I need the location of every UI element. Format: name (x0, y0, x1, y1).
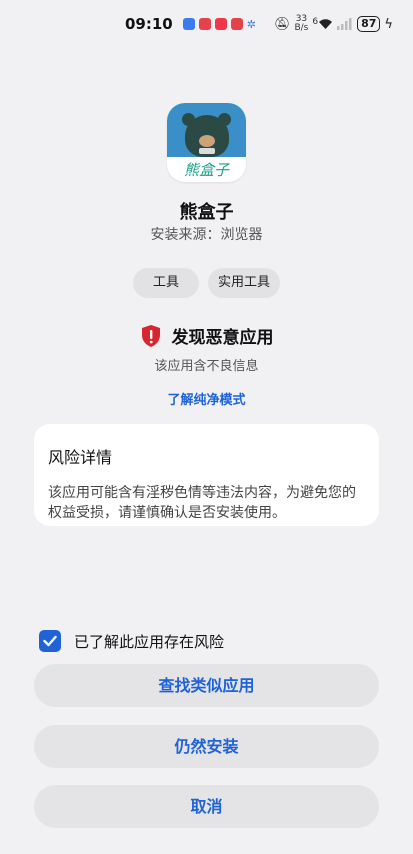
malicious-warning: 发现恶意应用 (0, 323, 413, 348)
app-icon: 熊盒子 (167, 103, 246, 182)
find-similar-apps-button[interactable]: 查找类似应用 (34, 664, 379, 707)
tag-utility-tools[interactable]: 实用工具 (208, 268, 281, 298)
checkmark-icon (43, 635, 57, 647)
network-speed: 33 B/s (294, 15, 308, 33)
tag-tools[interactable]: 工具 (132, 268, 199, 298)
risk-details-title: 风险详情 (48, 448, 113, 467)
signal-icon (337, 15, 353, 34)
acknowledge-risk-row[interactable]: 已了解此应用存在风险 (39, 630, 224, 652)
network-speed-unit: B/s (294, 23, 309, 33)
acknowledge-checkbox[interactable] (39, 630, 61, 652)
install-anyway-button[interactable]: 仍然安装 (34, 725, 379, 768)
mute-bell-icon: 🔕︎ (273, 16, 291, 32)
app-icon-label: 熊盒子 (183, 161, 229, 179)
charging-icon: ϟ (384, 16, 393, 32)
install-source: 安装来源：浏览器 (150, 227, 263, 243)
risk-details-card: 风险详情 该应用可能含有淫秽色情等违法内容，为避免您的权益受损，请谨慎确认是否安… (34, 424, 379, 526)
learn-pure-mode-link[interactable]: 了解纯净模式 (0, 389, 413, 408)
app-tags: 工具 实用工具 (0, 268, 413, 298)
warning-title: 发现恶意应用 (171, 328, 274, 348)
shield-alert-icon (140, 324, 162, 348)
notification-app-icon (230, 18, 243, 30)
acknowledge-label: 已了解此应用存在风险 (74, 632, 225, 651)
battery-indicator: 87 (357, 16, 381, 32)
notification-app-icon (214, 18, 227, 30)
status-bar: 09:10 ✲ 🔕︎ 33 B/s 6 87 ϟ (0, 12, 413, 36)
settings-notification-icon: ✲ (246, 17, 256, 31)
wifi-icon: 6 (312, 18, 333, 30)
app-name: 熊盒子 (179, 202, 234, 223)
notification-app-icon (198, 18, 211, 30)
notification-app-icon (182, 18, 195, 30)
risk-details-body: 该应用可能含有淫秽色情等违法内容，为避免您的权益受损，请谨慎确认是否安装使用。 (48, 485, 356, 521)
warning-subtitle: 该应用含不良信息 (154, 359, 259, 374)
status-time: 09:10 (124, 15, 173, 33)
cancel-button[interactable]: 取消 (34, 785, 379, 828)
